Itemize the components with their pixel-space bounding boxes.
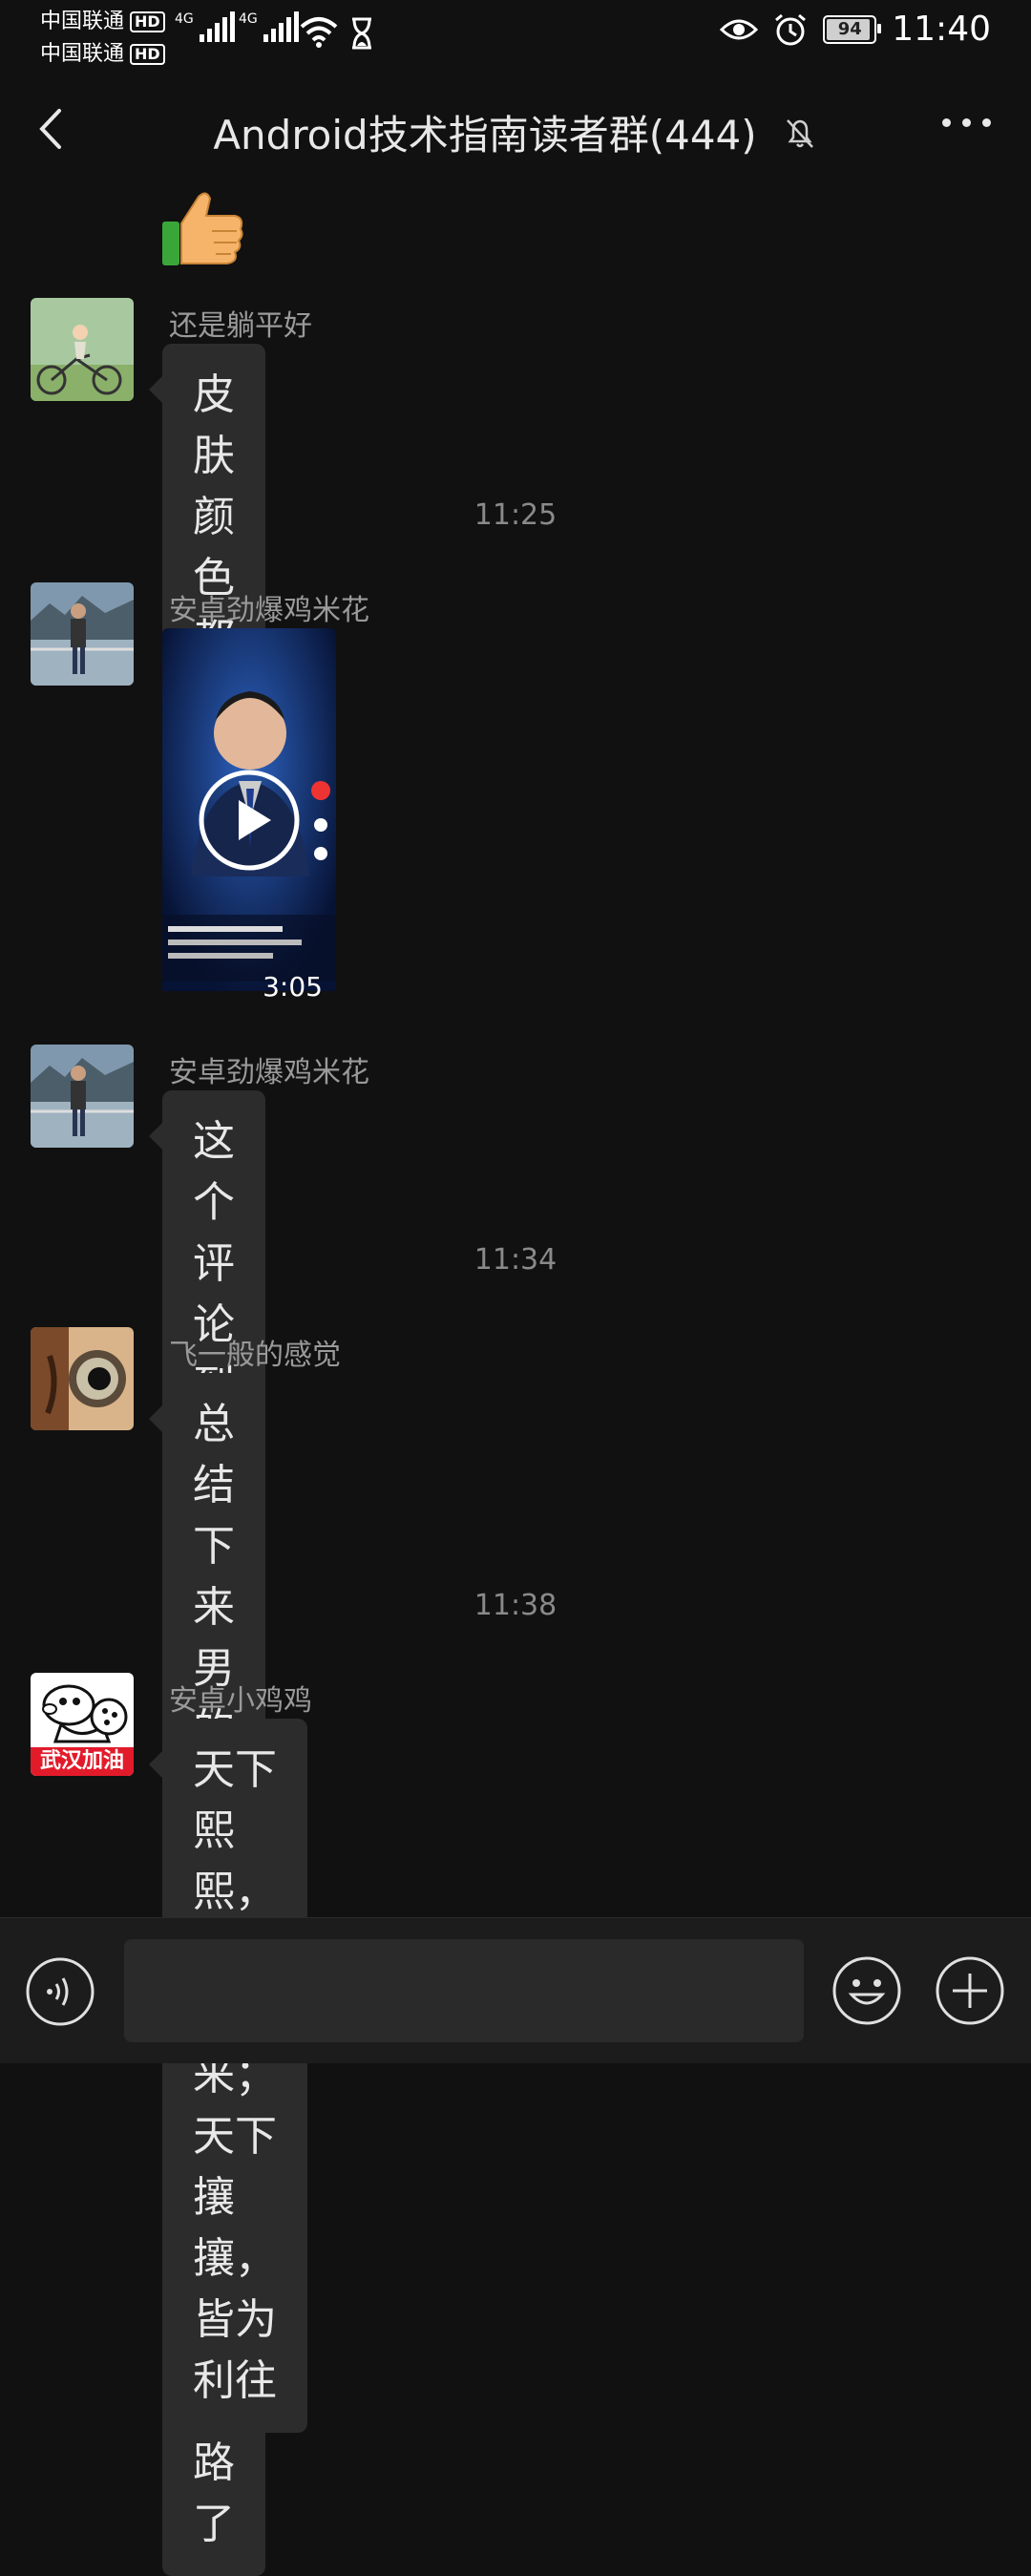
carrier-2: 中国联通 [40, 42, 125, 66]
timestamp: 11:38 [473, 1589, 558, 1622]
signal-icon: 4G [175, 11, 235, 42]
plus-icon[interactable] [934, 1954, 1006, 2027]
signal-icon: 4G [239, 11, 299, 42]
play-icon[interactable] [197, 768, 302, 873]
timestamp: 11:25 [473, 498, 558, 532]
sender-name: 还是躺平好 [169, 309, 312, 343]
sender-name: 安卓小鸡鸡 [169, 1684, 312, 1718]
video-duration: 3:05 [263, 971, 323, 1003]
timestamp: 11:34 [473, 1243, 558, 1277]
status-time: 11:40 [892, 10, 991, 49]
avatar[interactable] [31, 1045, 134, 1148]
alarm-icon [775, 13, 807, 45]
sender-name: 安卓劲爆鸡米花 [169, 1056, 369, 1089]
emoji-icon[interactable] [831, 1954, 903, 2027]
message-bubble[interactable]: 天下熙熙，皆为利来；天下攘攘， 皆为利往 [149, 1719, 307, 2433]
carrier-1: 中国联通 [40, 10, 125, 33]
hd-badge: HD [130, 44, 165, 65]
message-input[interactable] [124, 1939, 804, 2042]
more-dots-icon[interactable] [942, 118, 991, 127]
hourglass-icon [352, 17, 371, 50]
thumbs-up-icon[interactable] [160, 189, 246, 269]
status-bar: 中国联通 HD 中国联通 HD 4G 4G 94 11:40 [0, 0, 1031, 76]
sender-name: 安卓劲爆鸡米花 [169, 594, 369, 627]
bell-off-icon [786, 118, 813, 148]
avatar-banner: 武汉加油 [31, 1747, 134, 1776]
video-message[interactable]: 3:05 [162, 628, 336, 1016]
avatar[interactable] [31, 298, 134, 401]
hd-badge: HD [130, 11, 165, 32]
avatar[interactable] [31, 1327, 134, 1430]
battery-indicator: 94 [823, 14, 882, 44]
avatar[interactable] [31, 582, 134, 686]
chat-title: Android技术指南读者群(444) [213, 112, 757, 158]
eye-icon [720, 19, 759, 39]
input-bar [0, 1917, 1031, 2063]
carrier-info: 中国联通 HD 中国联通 HD [40, 6, 165, 71]
chat-header: Android技术指南读者群(444) [0, 78, 1031, 183]
message-line: 皆为利往 [193, 2295, 277, 2405]
avatar[interactable]: 武汉加油 [31, 1673, 134, 1776]
wifi-icon [300, 17, 338, 48]
sender-name: 飞一般的感觉 [169, 1339, 341, 1372]
voice-icon[interactable] [25, 1956, 95, 2027]
